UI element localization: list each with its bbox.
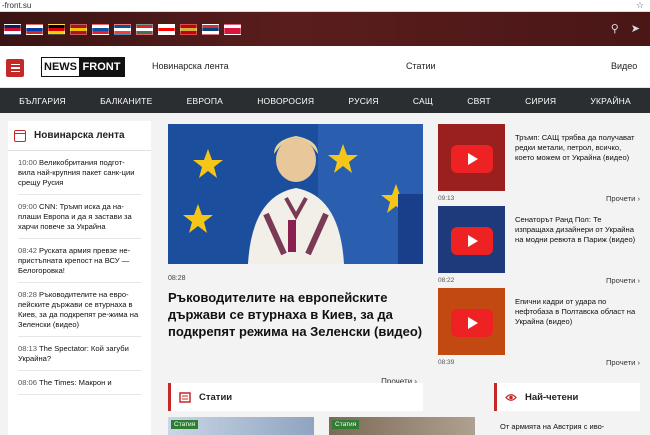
sidebar-title: Новинарска лента	[34, 130, 125, 141]
side-news-time: 08:39	[438, 359, 455, 366]
feed-item[interactable]: 08:13 The Spectator: Кой загуби Украйна?	[18, 337, 141, 371]
side-news-title[interactable]: Епични кадри от удара по нефтобаза в Пол…	[515, 297, 640, 327]
poland-flag[interactable]	[224, 24, 241, 35]
side-news-title[interactable]: Сенаторът Ранд Пол: Те изпращаха дизайне…	[515, 215, 640, 245]
side-news-title[interactable]: Тръмп: САЩ трябва да получават редки мет…	[515, 133, 640, 163]
section-articles-title: Статии	[199, 391, 233, 403]
featured-time: 08:28	[168, 275, 186, 282]
side-news-read-more[interactable]: Прочети ›	[606, 358, 640, 367]
feed-item-time: 08:06	[18, 378, 38, 387]
tag-article: Статия	[332, 420, 360, 429]
search-icon[interactable]: ⚲	[611, 22, 619, 35]
section-most-read-header[interactable]: Най-четени	[494, 383, 640, 411]
feed-item[interactable]: 08:28 Ръководителите на евро-пейските дър…	[18, 283, 141, 337]
feed-item-time: 09:00	[18, 202, 38, 211]
spain-flag[interactable]	[70, 24, 87, 35]
feed-item[interactable]: 08:06 The Times: Макрон и	[18, 371, 141, 395]
article-tile[interactable]: Статия	[168, 417, 314, 435]
feed-item-time: 08:42	[18, 246, 38, 255]
hungary-flag[interactable]	[136, 24, 153, 35]
section-articles-header[interactable]: Статии	[168, 383, 423, 411]
serbia-flag[interactable]	[202, 24, 219, 35]
logo-front: FRONT	[79, 58, 124, 76]
language-bar: ⚲ ➤	[0, 12, 650, 46]
play-icon[interactable]	[451, 145, 493, 173]
germany-flag[interactable]	[48, 24, 65, 35]
featured-article[interactable]: 08:28 Ръководителите на европейските дър…	[168, 124, 423, 386]
tag-article: Статия	[171, 420, 199, 429]
side-news-card[interactable]: Тръмп: САЩ трябва да получават редки мет…	[438, 124, 642, 206]
url-text: -front.su	[2, 1, 32, 10]
video-thumbnail[interactable]	[438, 288, 505, 355]
uk-flag[interactable]	[4, 24, 21, 35]
georgia-flag[interactable]	[158, 24, 175, 35]
side-news-time: 09:13	[438, 195, 455, 202]
feed-item[interactable]: 09:00 CNN: Тръмп иска да на-плаши Европа …	[18, 195, 141, 239]
menu-button[interactable]	[6, 59, 24, 77]
category-link[interactable]: САЩ	[413, 96, 433, 106]
category-link[interactable]: БАЛКАНИТЕ	[100, 96, 152, 106]
play-icon[interactable]	[451, 227, 493, 255]
feed-item-time: 08:28	[18, 290, 38, 299]
play-icon[interactable]	[451, 309, 493, 337]
news-feed-sidebar: Новинарска лента 10:00 Великобритания под…	[8, 121, 151, 435]
category-nav: БЪЛГАРИЯ БАЛКАНИТЕ ЕВРОПА НОВОРОСИЯ РУСИЯ САЩ…	[0, 88, 650, 113]
section-most-read-title: Най-четени	[525, 391, 579, 403]
side-news-card[interactable]: Епични кадри от удара по нефтобаза в Пол…	[438, 288, 642, 370]
bookmark-star-icon[interactable]: ☆	[636, 0, 644, 11]
main-content: Новинарска лента 10:00 Великобритания под…	[0, 113, 650, 435]
russia-flag[interactable]	[26, 24, 43, 35]
side-news-read-more[interactable]: Прочети ›	[606, 194, 640, 203]
nav-articles[interactable]: Статии	[406, 61, 436, 71]
category-link[interactable]: СВЯТ	[467, 96, 491, 106]
calendar-icon	[14, 129, 26, 142]
category-link[interactable]: НОВОРОСИЯ	[257, 96, 314, 106]
feed-item-text: The Times: Макрон и	[39, 378, 112, 387]
site-header: NEWS FRONT Новинарска лента Статии Видео	[0, 46, 650, 88]
video-thumbnail[interactable]	[438, 206, 505, 273]
video-thumbnail[interactable]	[438, 124, 505, 191]
side-news-time: 08:22	[438, 277, 455, 284]
category-link[interactable]: БЪЛГАРИЯ	[19, 96, 66, 106]
category-link[interactable]: ЕВРОПА	[187, 96, 223, 106]
side-news-read-more[interactable]: Прочети ›	[606, 276, 640, 285]
telegram-icon[interactable]: ➤	[631, 22, 640, 35]
language-flags	[4, 24, 241, 35]
category-link[interactable]: РУСИЯ	[348, 96, 378, 106]
feed-item[interactable]: 10:00 Великобритания подгот-вила най-круп…	[18, 151, 141, 195]
france-flag[interactable]	[114, 24, 131, 35]
montenegro-flag[interactable]	[180, 24, 197, 35]
nav-feed[interactable]: Новинарска лента	[152, 61, 229, 71]
featured-image[interactable]	[168, 124, 423, 264]
side-news-card[interactable]: Сенаторът Ранд Пол: Те изпращаха дизайне…	[438, 206, 642, 288]
articles-icon	[179, 391, 191, 403]
category-link[interactable]: УКРАЙНА	[590, 96, 630, 106]
category-link[interactable]: СИРИЯ	[525, 96, 556, 106]
feed-item[interactable]: 08:42 Руската армия превзе не-пристъпната…	[18, 239, 141, 283]
address-bar[interactable]: -front.su ☆	[0, 0, 650, 12]
featured-title[interactable]: Ръководителите на европейските държави с…	[168, 289, 423, 340]
logo-news: NEWS	[42, 58, 79, 76]
featured-image-graphic	[168, 124, 423, 264]
eye-icon	[505, 392, 517, 403]
most-read-teaser[interactable]: От армията на Австрия с иво-	[500, 422, 604, 431]
site-logo[interactable]: NEWS FRONT	[41, 57, 125, 77]
slovakia-flag[interactable]	[92, 24, 109, 35]
side-news-column: Тръмп: САЩ трябва да получават редки мет…	[438, 124, 642, 370]
feed-item-time: 08:13	[18, 344, 38, 353]
nav-video[interactable]: Видео	[611, 61, 637, 71]
article-tile[interactable]: Статия	[329, 417, 475, 435]
feed-item-time: 10:00	[18, 158, 38, 167]
